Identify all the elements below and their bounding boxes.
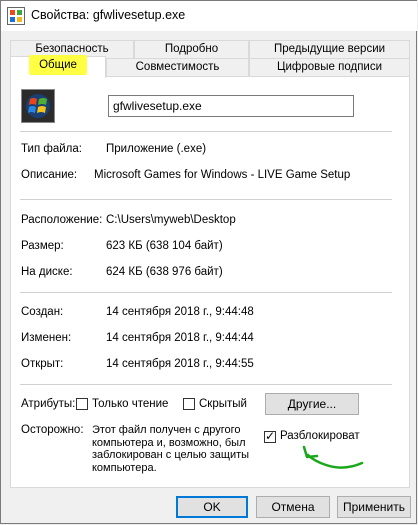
tab-details[interactable]: Подробно — [134, 40, 249, 58]
tab-label: Общие — [29, 55, 87, 75]
unblock-checkbox[interactable] — [264, 429, 276, 443]
tab-label: Цифровые подписи — [276, 61, 383, 73]
location-label: Расположение: — [21, 214, 103, 226]
window-app-icon — [7, 7, 25, 25]
title-bar: Свойства: gfwlivesetup.exe — [1, 1, 417, 31]
cancel-button[interactable]: Отмена — [256, 496, 330, 518]
tab-label: Подробно — [164, 43, 219, 55]
readonly-label[interactable]: Только чтение — [92, 398, 168, 410]
readonly-checkbox[interactable] — [76, 398, 88, 410]
tab-general[interactable]: Общие — [10, 55, 106, 78]
attributes-label: Атрибуты: — [21, 398, 76, 410]
caution-text: Этот файл получен с другого компьютера и… — [92, 424, 250, 474]
opened-value: 14 сентября 2018 г., 9:44:55 — [106, 358, 254, 370]
properties-window: Свойства: gfwlivesetup.exe Безопасность … — [0, 0, 417, 524]
created-label: Создан: — [21, 306, 64, 318]
hidden-label[interactable]: Скрытый — [199, 398, 247, 410]
tab-previous-versions[interactable]: Предыдущие версии — [249, 40, 410, 58]
hidden-checkbox[interactable] — [183, 398, 195, 410]
description-value: Microsoft Games for Windows - LIVE Game … — [94, 169, 351, 181]
file-icon — [21, 89, 55, 123]
modified-label: Изменен: — [21, 332, 72, 344]
opened-label: Открыт: — [21, 358, 64, 370]
location-value: C:\Users\myweb\Desktop — [106, 214, 236, 226]
tab-label: Безопасность — [35, 43, 109, 55]
window-title: Свойства: gfwlivesetup.exe — [31, 8, 186, 22]
separator — [20, 199, 392, 200]
type-value: Приложение (.exe) — [106, 143, 207, 155]
disk-size-label: На диске: — [21, 266, 73, 278]
filename-input[interactable]: gfwlivesetup.exe — [108, 95, 354, 117]
ok-button[interactable]: OK — [176, 496, 248, 518]
size-label: Размер: — [21, 240, 64, 252]
separator — [20, 384, 392, 385]
description-label: Описание: — [21, 169, 78, 181]
caution-label: Осторожно: — [21, 424, 84, 436]
advanced-attributes-button[interactable]: Другие... — [265, 393, 359, 415]
apply-button[interactable]: Применить — [337, 496, 411, 518]
size-value: 623 КБ (638 104 байт) — [106, 240, 223, 252]
tab-compatibility[interactable]: Совместимость — [106, 58, 249, 76]
modified-value: 14 сентября 2018 г., 9:44:44 — [106, 332, 254, 344]
tab-label: Предыдущие версии — [273, 43, 386, 55]
type-label: Тип файла: — [21, 143, 82, 155]
annotation-arrow-icon — [302, 445, 364, 469]
created-value: 14 сентября 2018 г., 9:44:48 — [106, 306, 254, 318]
tab-label: Совместимость — [135, 61, 220, 73]
separator — [20, 292, 392, 293]
separator — [20, 131, 392, 132]
disk-size-value: 624 КБ (638 976 байт) — [106, 266, 223, 278]
tab-digital-signatures[interactable]: Цифровые подписи — [249, 58, 410, 76]
